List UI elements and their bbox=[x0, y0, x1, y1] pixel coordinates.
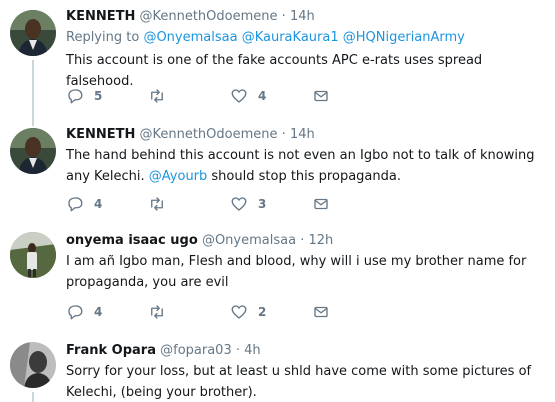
avatar-photo bbox=[10, 10, 56, 56]
thread-connector bbox=[32, 60, 34, 118]
tweet-text: I am añ Igbo man, Flesh and blood, why w… bbox=[66, 254, 527, 290]
display-name[interactable]: onyema isaac ugo bbox=[66, 233, 198, 248]
avatar-photo bbox=[10, 342, 56, 388]
reply-icon bbox=[68, 305, 83, 320]
replying-to-label: Replying to bbox=[66, 30, 140, 45]
reply-button[interactable]: 4 bbox=[66, 303, 148, 321]
like-icon bbox=[231, 89, 247, 103]
reply-button[interactable]: 5 bbox=[66, 87, 148, 105]
reply-button[interactable]: 4 bbox=[66, 195, 148, 213]
username[interactable]: @KennethOdoemene bbox=[139, 127, 277, 142]
reply-icon bbox=[68, 89, 83, 104]
replying-to: Replying to @Onyemalsaa @KauraKaura1 @HQ… bbox=[66, 29, 547, 46]
direct-message-button[interactable] bbox=[312, 195, 394, 213]
tweet-text-part: should stop this propaganda. bbox=[207, 169, 401, 184]
like-button[interactable]: 2 bbox=[230, 303, 312, 321]
tweet-text: The hand behind this account is not even… bbox=[66, 145, 547, 187]
timestamp[interactable]: 14h bbox=[290, 9, 315, 24]
display-name[interactable]: KENNETH bbox=[66, 127, 135, 142]
avatar-photo bbox=[10, 232, 56, 278]
tweet-header: Frank Opara @fopara03 · 4h bbox=[66, 342, 547, 359]
avatar-photo bbox=[10, 128, 56, 174]
retweet-button[interactable] bbox=[148, 303, 230, 321]
separator-dot: · bbox=[300, 233, 305, 248]
mention-link[interactable]: @HQNigerianArmy bbox=[343, 30, 465, 45]
timestamp[interactable]: 14h bbox=[290, 127, 315, 142]
avatar[interactable] bbox=[10, 10, 56, 56]
mention-link[interactable]: @Onyemalsaa bbox=[143, 30, 237, 45]
timestamp[interactable]: 4h bbox=[244, 343, 261, 358]
tweet-text: Sorry for your loss, but at least u shld… bbox=[66, 364, 532, 400]
direct-message-button[interactable] bbox=[312, 87, 394, 105]
thread-connector bbox=[32, 118, 34, 126]
username[interactable]: @fopara03 bbox=[160, 343, 232, 358]
display-name[interactable]: KENNETH bbox=[66, 9, 135, 24]
like-icon bbox=[231, 305, 247, 319]
tweet-header: KENNETH @KennethOdoemene · 14h bbox=[66, 126, 547, 143]
tweet[interactable]: Frank Opara @fopara03 · 4h Sorry for you… bbox=[0, 334, 555, 402]
retweet-icon bbox=[151, 89, 163, 103]
username[interactable]: @Onyemalsaa bbox=[202, 233, 296, 248]
retweet-button[interactable] bbox=[148, 87, 230, 105]
like-count: 4 bbox=[258, 89, 267, 103]
reply-count: 4 bbox=[94, 305, 103, 319]
retweet-icon bbox=[151, 305, 163, 319]
reply-count: 5 bbox=[94, 89, 103, 103]
reply-count: 4 bbox=[94, 197, 103, 211]
like-icon bbox=[231, 197, 247, 211]
avatar[interactable] bbox=[10, 128, 56, 174]
like-count: 3 bbox=[258, 197, 267, 211]
mention-link[interactable]: @Ayourb bbox=[149, 169, 208, 184]
tweet[interactable]: onyema isaac ugo @Onyemalsaa · 12h I am … bbox=[0, 224, 555, 328]
separator-dot: · bbox=[281, 127, 286, 142]
like-button[interactable]: 4 bbox=[230, 87, 312, 105]
retweet-icon bbox=[151, 197, 163, 211]
tweet[interactable]: KENNETH @KennethOdoemene · 14h Replying … bbox=[0, 0, 555, 118]
tweet[interactable]: KENNETH @KennethOdoemene · 14h The hand … bbox=[0, 118, 555, 216]
username[interactable]: @KennethOdoemene bbox=[139, 9, 277, 24]
direct-message-icon bbox=[314, 198, 328, 210]
separator-dot: · bbox=[235, 343, 241, 358]
avatar[interactable] bbox=[10, 232, 56, 278]
timestamp[interactable]: 12h bbox=[308, 233, 333, 248]
retweet-button[interactable] bbox=[148, 195, 230, 213]
thread-connector bbox=[32, 392, 34, 402]
direct-message-button[interactable] bbox=[312, 303, 394, 321]
like-button[interactable]: 3 bbox=[230, 195, 312, 213]
tweet-header: onyema isaac ugo @Onyemalsaa · 12h bbox=[66, 232, 547, 249]
display-name[interactable]: Frank Opara bbox=[66, 343, 156, 358]
avatar[interactable] bbox=[10, 342, 56, 388]
like-count: 2 bbox=[258, 305, 267, 319]
direct-message-icon bbox=[314, 90, 328, 102]
separator-dot: · bbox=[281, 9, 286, 24]
reply-icon bbox=[68, 197, 83, 212]
tweet-header: KENNETH @KennethOdoemene · 14h bbox=[66, 8, 547, 25]
mention-link[interactable]: @KauraKaura1 bbox=[242, 30, 339, 45]
direct-message-icon bbox=[314, 306, 328, 318]
